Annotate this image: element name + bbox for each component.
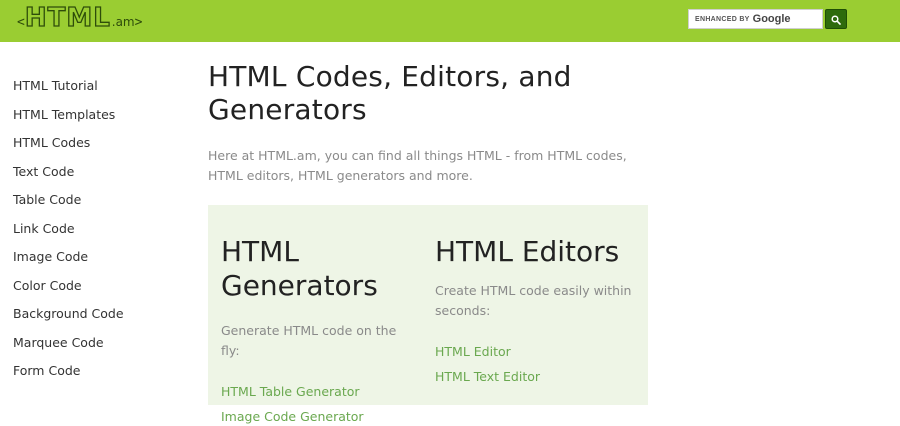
sidebar-item-background-code[interactable]: Background Code [13,305,173,334]
sidebar-item-html-tutorial[interactable]: HTML Tutorial [13,77,173,106]
editors-column: HTML Editors Create HTML code easily wit… [435,235,635,386]
logo-wordmark: HTML [24,2,111,33]
sidebar-item-text-code[interactable]: Text Code [13,163,173,192]
sidebar-nav: HTML Tutorial HTML Templates HTML Codes … [13,77,173,391]
generators-column: HTML Generators Generate HTML code on th… [221,235,411,426]
editors-description: Create HTML code easily within seconds: [435,283,632,318]
html-editor-link[interactable]: HTML Editor [435,343,635,361]
sidebar-item-form-code[interactable]: Form Code [13,362,173,391]
search-provider-label: Google [752,13,791,25]
sidebar-item-color-code[interactable]: Color Code [13,277,173,306]
generators-heading: HTML Generators [221,235,378,302]
logo-domain-suffix: .am [111,15,135,29]
sidebar-item-table-code[interactable]: Table Code [13,191,173,220]
logo-bracket-left: < [17,15,25,30]
logo-bracket-right: > [134,15,143,30]
html-text-editor-link[interactable]: HTML Text Editor [435,368,635,386]
site-header: < HTML .am > ENHANCED BY Google [0,0,900,42]
search-input[interactable]: ENHANCED BY Google [688,9,823,29]
image-code-generator-link[interactable]: Image Code Generator [221,408,411,426]
intro-paragraph: Here at HTML.am, you can find all things… [208,148,627,183]
main-content: HTML Codes, Editors, and Generators Here… [208,60,648,183]
html-table-generator-link[interactable]: HTML Table Generator [221,383,411,401]
generators-description: Generate HTML code on the fly: [221,323,397,358]
sidebar-item-marquee-code[interactable]: Marquee Code [13,334,173,363]
search-enhanced-label: ENHANCED BY [695,15,750,23]
page-title: HTML Codes, Editors, and Generators [208,60,572,126]
search-button[interactable] [825,9,847,29]
features-panel: HTML Generators Generate HTML code on th… [208,205,648,424]
site-logo[interactable]: < HTML .am > [17,2,143,37]
sidebar-item-html-templates[interactable]: HTML Templates [13,106,173,135]
sidebar-item-link-code[interactable]: Link Code [13,220,173,249]
sidebar-item-image-code[interactable]: Image Code [13,248,173,277]
search-icon [831,10,841,29]
editors-heading: HTML Editors [435,235,620,268]
sidebar-item-html-codes[interactable]: HTML Codes [13,134,173,163]
